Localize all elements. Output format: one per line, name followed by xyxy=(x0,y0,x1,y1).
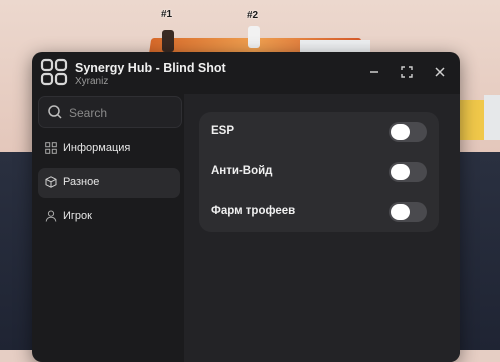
toggle-row-anti-void: Анти-Войд xyxy=(199,152,439,192)
toggle-label: Анти-Войд xyxy=(211,165,273,177)
toggle-knob xyxy=(391,124,410,140)
toggle-label: Фарм трофеев xyxy=(211,205,296,217)
player-figure-1 xyxy=(162,30,174,52)
minimize-icon[interactable] xyxy=(366,64,382,80)
toggle-knob xyxy=(391,164,410,180)
toggle-row-esp: ESP xyxy=(199,112,439,152)
game-ledge-white xyxy=(484,95,500,140)
close-icon[interactable] xyxy=(432,64,448,80)
player-tag-1: #1 xyxy=(161,9,173,20)
sidebar-item-label: Игрок xyxy=(63,210,92,222)
window-subtitle: Xyraniz xyxy=(75,76,109,87)
player-tag-2: #2 xyxy=(247,10,259,21)
user-icon xyxy=(45,210,57,222)
box-icon xyxy=(45,176,57,188)
search-box[interactable] xyxy=(38,96,182,128)
info-grid-icon xyxy=(45,142,57,154)
search-icon xyxy=(48,105,62,119)
toggle-row-trophy-farm: Фарм трофеев xyxy=(199,192,439,232)
content-panel: ESP Анти-Войд Фарм трофеев xyxy=(184,94,460,362)
synergy-hub-window: Synergy Hub - Blind Shot Xyraniz Search … xyxy=(32,52,460,362)
toggle-knob xyxy=(391,204,410,220)
synergy-logo-icon xyxy=(40,58,68,86)
search-input[interactable] xyxy=(67,103,179,123)
window-title: Synergy Hub - Blind Shot xyxy=(75,61,226,75)
sidebar: Информация Разное Игрок xyxy=(32,94,184,362)
sidebar-item-information[interactable]: Информация xyxy=(38,134,180,164)
toggle-label: ESP xyxy=(211,125,235,137)
anti-void-toggle[interactable] xyxy=(389,162,427,182)
trophy-farm-toggle[interactable] xyxy=(389,202,427,222)
esp-toggle[interactable] xyxy=(389,122,427,142)
sidebar-item-player[interactable]: Игрок xyxy=(38,202,180,232)
sidebar-item-misc[interactable]: Разное xyxy=(38,168,180,198)
maximize-icon[interactable] xyxy=(399,64,415,80)
player-figure-2 xyxy=(248,26,260,48)
sidebar-item-label: Информация xyxy=(63,142,131,154)
sidebar-item-label: Разное xyxy=(63,176,100,188)
title-bar[interactable]: Synergy Hub - Blind Shot Xyraniz xyxy=(32,52,460,94)
toggles-card: ESP Анти-Войд Фарм трофеев xyxy=(199,112,439,232)
